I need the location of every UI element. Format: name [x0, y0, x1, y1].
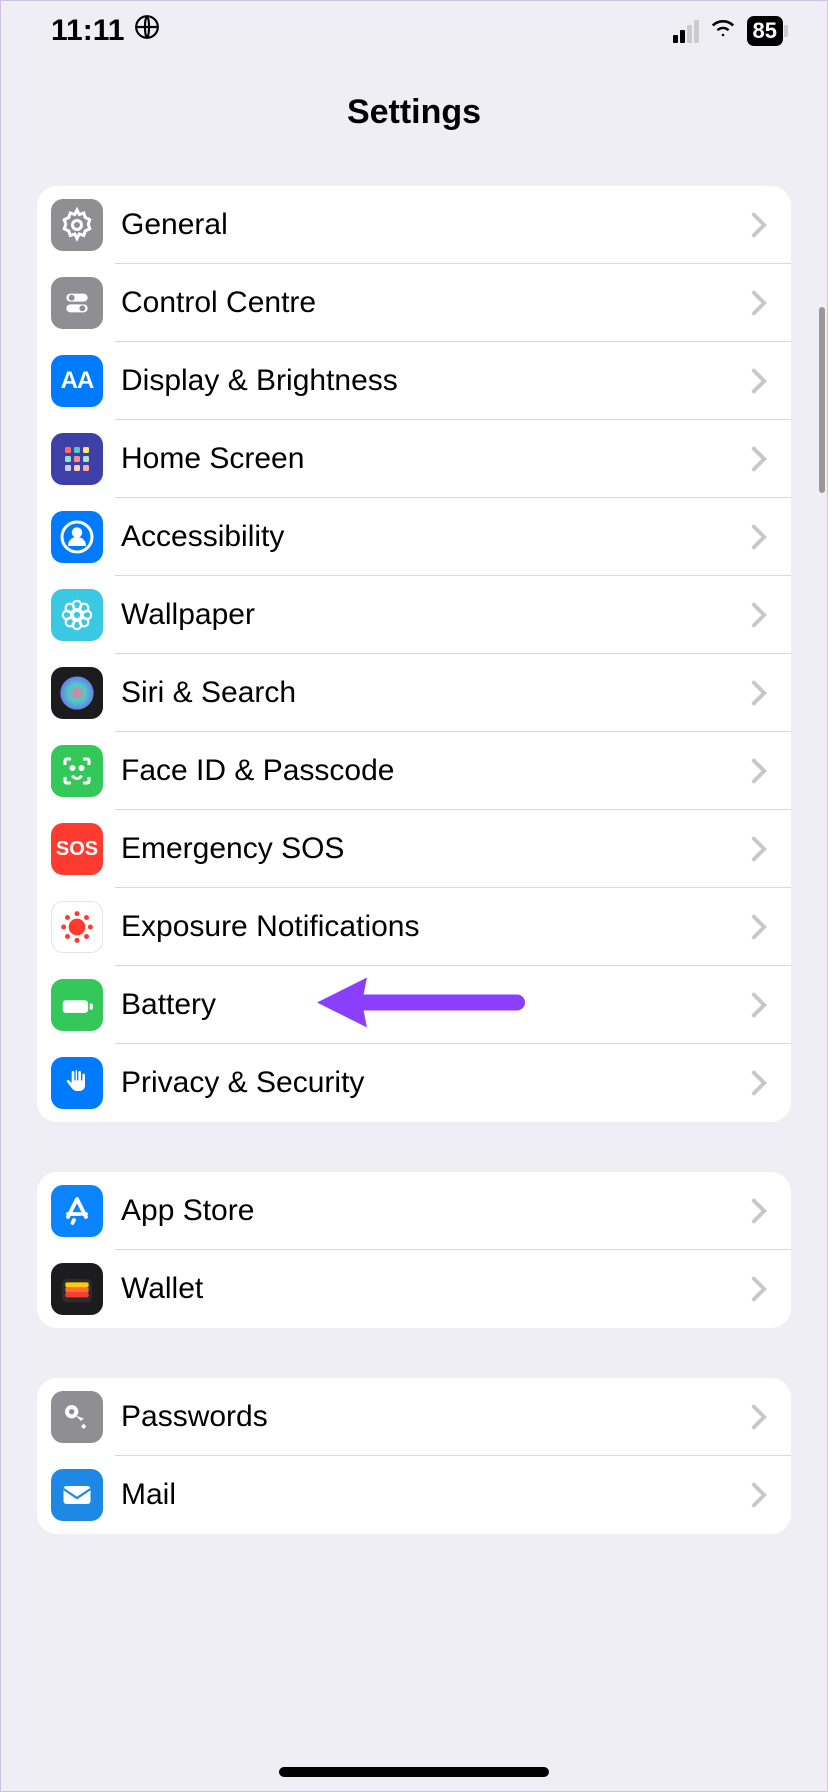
globe-icon [134, 14, 160, 48]
settings-row-appstore[interactable]: App Store [37, 1172, 791, 1250]
settings-row-sos[interactable]: SOS Emergency SOS [37, 810, 791, 888]
page-title: Settings [1, 61, 827, 168]
status-left: 11:11 [51, 14, 160, 48]
chevron-right-icon [751, 524, 767, 550]
row-label: Wallet [121, 1272, 751, 1306]
display-icon: AA [51, 355, 103, 407]
passwords-icon [51, 1391, 103, 1443]
accessibility-icon [51, 511, 103, 563]
chevron-right-icon [751, 992, 767, 1018]
settings-row-control-centre[interactable]: Control Centre [37, 264, 791, 342]
wallpaper-icon [51, 589, 103, 641]
row-label: Privacy & Security [121, 1066, 751, 1100]
settings-row-display[interactable]: AA Display & Brightness [37, 342, 791, 420]
settings-row-faceid[interactable]: Face ID & Passcode [37, 732, 791, 810]
chevron-right-icon [751, 446, 767, 472]
chevron-right-icon [751, 1070, 767, 1096]
settings-row-accessibility[interactable]: Accessibility [37, 498, 791, 576]
row-label: Exposure Notifications [121, 910, 751, 944]
settings-group: App Store Wallet [37, 1172, 791, 1328]
chevron-right-icon [751, 1482, 767, 1508]
settings-group: Passwords Mail [37, 1378, 791, 1534]
wifi-icon [709, 13, 737, 49]
settings-content: General Control Centre AA Display & Brightn… [1, 168, 827, 1534]
chevron-right-icon [751, 680, 767, 706]
chevron-right-icon [751, 212, 767, 238]
chevron-right-icon [751, 602, 767, 628]
chevron-right-icon [751, 1276, 767, 1302]
control-centre-icon [51, 277, 103, 329]
sos-icon: SOS [51, 823, 103, 875]
row-label: Wallpaper [121, 598, 751, 632]
chevron-right-icon [751, 368, 767, 394]
scroll-indicator[interactable] [819, 307, 825, 493]
chevron-right-icon [751, 914, 767, 940]
settings-group: General Control Centre AA Display & Brightn… [37, 186, 791, 1122]
row-label: Accessibility [121, 520, 751, 554]
battery-level-icon: 85 [747, 16, 783, 46]
row-label: General [121, 208, 751, 242]
row-label: Passwords [121, 1400, 751, 1434]
settings-row-exposure[interactable]: Exposure Notifications [37, 888, 791, 966]
row-label: Control Centre [121, 286, 751, 320]
wallet-icon [51, 1263, 103, 1315]
settings-row-battery[interactable]: Battery [37, 966, 791, 1044]
siri-icon [51, 667, 103, 719]
row-label: Display & Brightness [121, 364, 751, 398]
exposure-icon [51, 901, 103, 953]
settings-row-general[interactable]: General [37, 186, 791, 264]
faceid-icon [51, 745, 103, 797]
row-label: Home Screen [121, 442, 751, 476]
appstore-icon [51, 1185, 103, 1237]
settings-row-privacy[interactable]: Privacy & Security [37, 1044, 791, 1122]
settings-row-siri[interactable]: Siri & Search [37, 654, 791, 732]
row-label: Siri & Search [121, 676, 751, 710]
home-screen-icon [51, 433, 103, 485]
chevron-right-icon [751, 1404, 767, 1430]
cellular-signal-icon [673, 20, 699, 43]
row-label: Mail [121, 1478, 751, 1512]
settings-row-mail[interactable]: Mail [37, 1456, 791, 1534]
settings-row-passwords[interactable]: Passwords [37, 1378, 791, 1456]
chevron-right-icon [751, 758, 767, 784]
row-label: App Store [121, 1194, 751, 1228]
row-label: Battery [121, 988, 751, 1022]
status-right: 85 [673, 13, 783, 49]
home-indicator[interactable] [279, 1767, 549, 1777]
chevron-right-icon [751, 290, 767, 316]
mail-icon [51, 1469, 103, 1521]
settings-row-home-screen[interactable]: Home Screen [37, 420, 791, 498]
chevron-right-icon [751, 836, 767, 862]
settings-row-wallet[interactable]: Wallet [37, 1250, 791, 1328]
chevron-right-icon [751, 1198, 767, 1224]
settings-row-wallpaper[interactable]: Wallpaper [37, 576, 791, 654]
battery-icon [51, 979, 103, 1031]
row-label: Emergency SOS [121, 832, 751, 866]
status-time: 11:11 [51, 14, 124, 48]
status-bar: 11:11 85 [1, 1, 827, 61]
general-icon [51, 199, 103, 251]
privacy-icon [51, 1057, 103, 1109]
row-label: Face ID & Passcode [121, 754, 751, 788]
